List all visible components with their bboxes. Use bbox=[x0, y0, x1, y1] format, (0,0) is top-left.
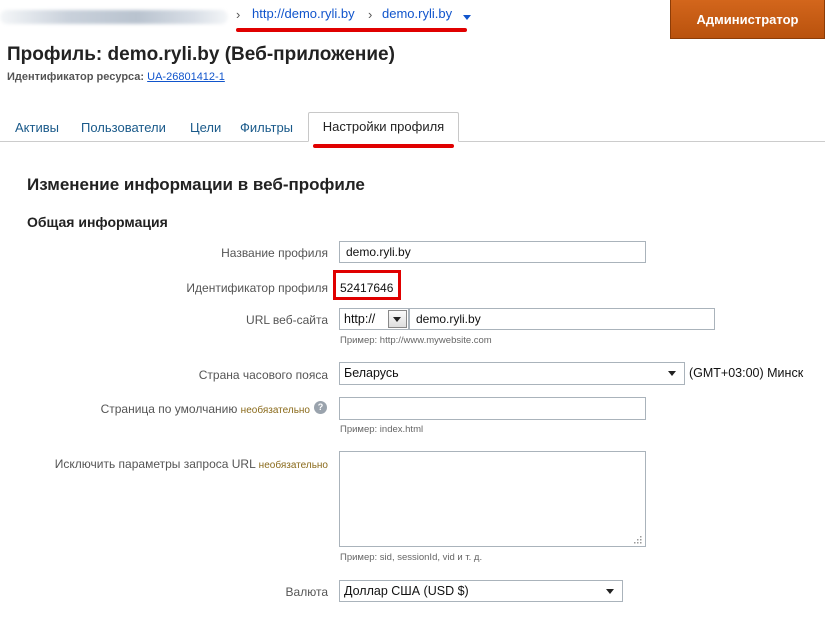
chevron-down-icon[interactable] bbox=[463, 15, 471, 20]
default-page-hint: Пример: index.html bbox=[340, 424, 424, 435]
help-icon[interactable]: ? bbox=[314, 401, 327, 414]
resource-id-label: Идентификатор ресурса: bbox=[7, 71, 145, 83]
profile-id-label: Идентификатор профиля bbox=[186, 281, 328, 295]
breadcrumb-profile-link[interactable]: demo.ryli.by bbox=[382, 6, 452, 21]
tab-users[interactable]: Пользователи bbox=[81, 120, 166, 135]
resource-id-link[interactable]: UA-26801412-1 bbox=[147, 71, 225, 83]
website-url-hint: Пример: http://www.mywebsite.com bbox=[340, 335, 492, 346]
exclude-params-textarea[interactable] bbox=[339, 451, 646, 547]
currency-select[interactable]: Доллар США (USD $) bbox=[339, 580, 623, 602]
breadcrumb-separator: › bbox=[368, 7, 373, 22]
subsection-title: Общая информация bbox=[27, 214, 168, 230]
admin-button[interactable]: Администратор bbox=[670, 0, 825, 39]
timezone-label: Страна часового пояса bbox=[198, 368, 328, 382]
section-title: Изменение информации в веб-профиле bbox=[27, 175, 365, 194]
default-page-label: Страница по умолчанию bbox=[100, 402, 238, 416]
profile-name-label: Название профиля bbox=[221, 246, 328, 260]
exclude-params-label: Исключить параметры запроса URL bbox=[54, 457, 256, 471]
exclude-params-hint: Пример: sid, sessionId, vid и т. д. bbox=[340, 552, 483, 563]
chevron-down-icon bbox=[393, 317, 401, 322]
exclude-params-wrapper bbox=[339, 451, 646, 547]
optional-tag: необязательно bbox=[240, 405, 310, 416]
resize-grip-icon[interactable] bbox=[633, 535, 642, 544]
optional-tag: необязательно bbox=[258, 460, 328, 471]
tab-profile-settings[interactable]: Настройки профиля bbox=[308, 112, 459, 142]
red-annotation-underline bbox=[313, 144, 454, 148]
website-url-input[interactable] bbox=[409, 308, 715, 330]
protocol-dropdown-button[interactable] bbox=[388, 310, 407, 328]
resource-id-row: Идентификатор ресурса: UA-26801412-1 bbox=[7, 71, 225, 83]
red-annotation-box bbox=[333, 270, 401, 300]
chevron-down-icon bbox=[668, 371, 676, 376]
timezone-country-select[interactable]: Беларусь bbox=[339, 362, 685, 385]
website-url-label: URL веб-сайта bbox=[246, 313, 328, 327]
tab-filters[interactable]: Фильтры bbox=[240, 120, 293, 135]
currency-value: Доллар США (USD $) bbox=[344, 584, 469, 598]
protocol-select[interactable]: http:// bbox=[339, 308, 409, 330]
page-title: Профиль: demo.ryli.by (Веб-приложение) bbox=[7, 44, 395, 65]
blurred-account-breadcrumb bbox=[0, 10, 228, 24]
timezone-value: (GMT+03:00) Минск bbox=[689, 366, 804, 380]
profile-name-input[interactable] bbox=[339, 241, 646, 263]
default-page-input[interactable] bbox=[339, 397, 646, 420]
breadcrumb-account-link[interactable]: http://demo.ryli.by bbox=[252, 6, 355, 21]
tab-assets[interactable]: Активы bbox=[15, 120, 59, 135]
exclude-params-label-row: Исключить параметры запроса URL необязат… bbox=[0, 457, 328, 471]
default-page-label-row: Страница по умолчанию необязательно bbox=[60, 402, 310, 416]
protocol-value: http:// bbox=[344, 312, 376, 326]
currency-label: Валюта bbox=[285, 585, 328, 599]
tab-goals[interactable]: Цели bbox=[190, 120, 221, 135]
timezone-country-value: Беларусь bbox=[344, 366, 399, 380]
red-annotation-underline bbox=[236, 28, 467, 32]
chevron-down-icon bbox=[606, 589, 614, 594]
breadcrumb-separator: › bbox=[236, 7, 241, 22]
